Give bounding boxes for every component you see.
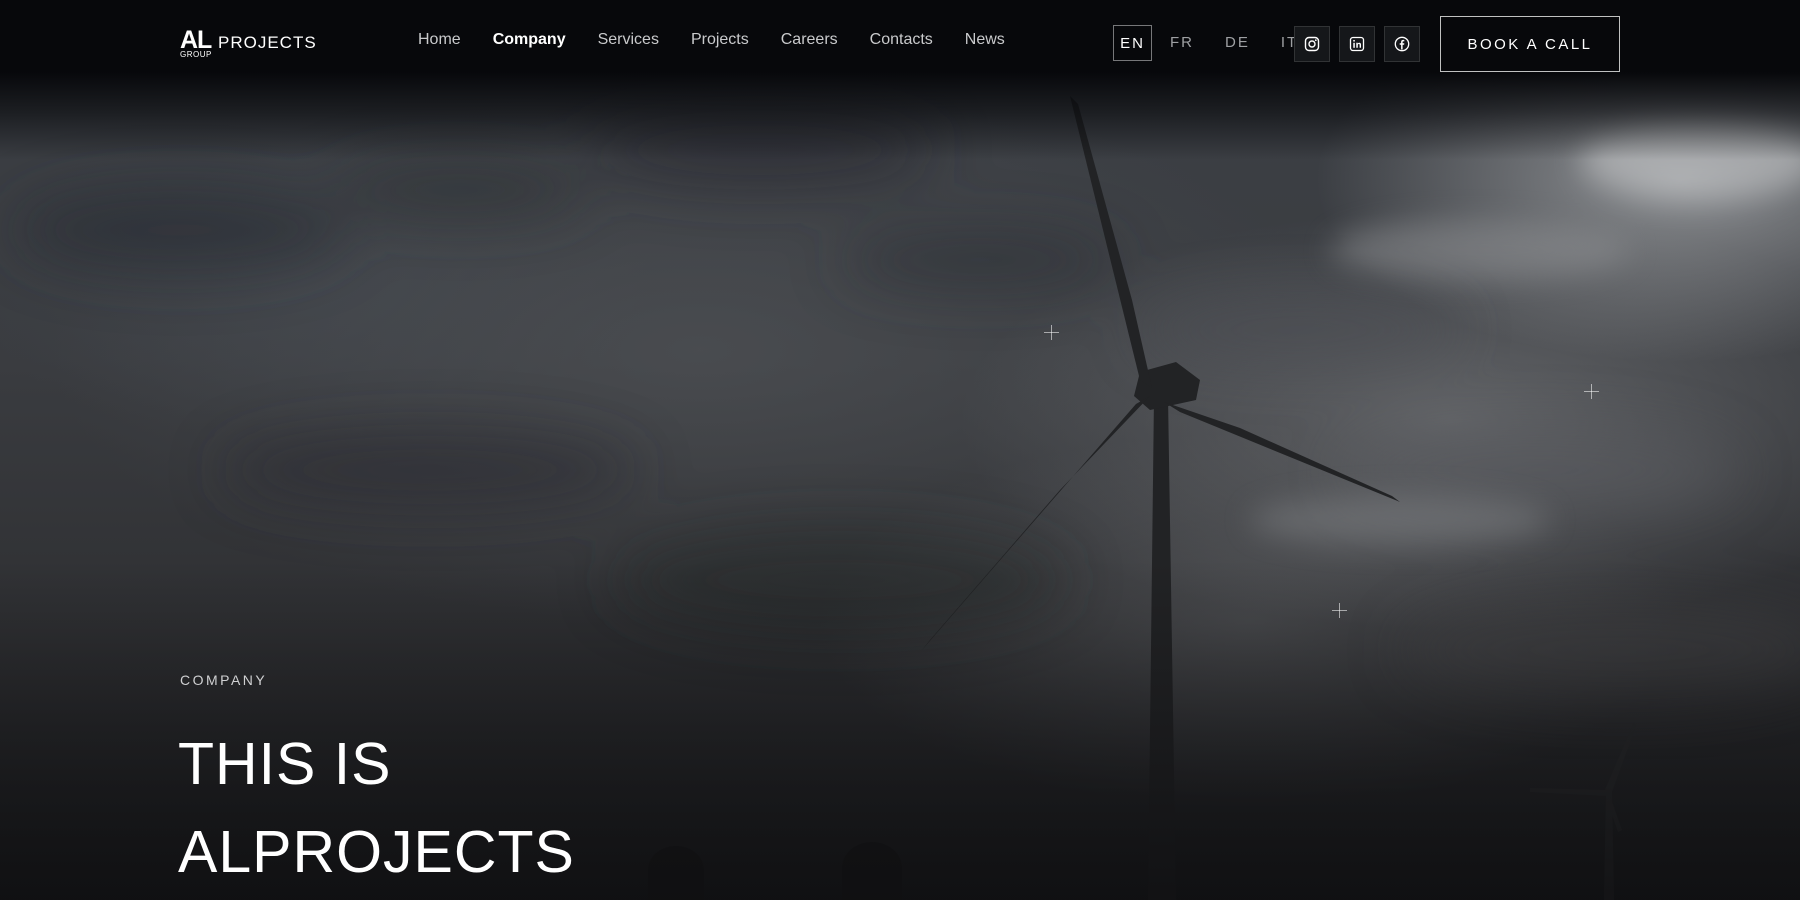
nav-item-news[interactable]: News xyxy=(965,31,1005,49)
main-navigation: Home Company Services Projects Careers C… xyxy=(418,31,1037,49)
nav-item-careers[interactable]: Careers xyxy=(781,31,838,49)
book-a-call-button[interactable]: BOOK A CALL xyxy=(1440,16,1620,72)
nav-item-company[interactable]: Company xyxy=(493,31,566,49)
crosshair-decoration xyxy=(1584,384,1599,399)
nav-item-services[interactable]: Services xyxy=(598,31,659,49)
hero-headline-line-2: ALPROJECTS xyxy=(178,819,575,885)
crosshair-decoration xyxy=(1044,325,1059,340)
hero-headline-line-1: THIS IS xyxy=(178,731,392,797)
facebook-icon xyxy=(1394,36,1410,52)
nav-item-contacts[interactable]: Contacts xyxy=(870,31,933,49)
nav-item-projects[interactable]: Projects xyxy=(691,31,749,49)
hero-headline: THIS IS ALPROJECTS xyxy=(178,720,575,896)
language-switcher: EN FR DE IT xyxy=(1113,25,1321,61)
facebook-button[interactable] xyxy=(1384,26,1420,62)
logo-subtitle: GROUP xyxy=(180,50,212,59)
linkedin-button[interactable] xyxy=(1339,26,1375,62)
lang-en[interactable]: EN xyxy=(1113,25,1152,61)
nav-item-home[interactable]: Home xyxy=(418,31,461,49)
site-header: AL PROJECTS GROUP Home Company Services … xyxy=(0,0,1800,86)
instagram-icon xyxy=(1304,36,1320,52)
hero-eyebrow: COMPANY xyxy=(180,672,268,688)
logo-wordmark: PROJECTS xyxy=(218,33,317,52)
alprojects-logo[interactable]: AL PROJECTS GROUP xyxy=(180,26,330,60)
crosshair-decoration xyxy=(1332,603,1347,618)
instagram-button[interactable] xyxy=(1294,26,1330,62)
lang-fr[interactable]: FR xyxy=(1162,25,1202,61)
linkedin-icon xyxy=(1349,36,1365,52)
social-links xyxy=(1294,26,1429,62)
lang-de[interactable]: DE xyxy=(1217,25,1258,61)
